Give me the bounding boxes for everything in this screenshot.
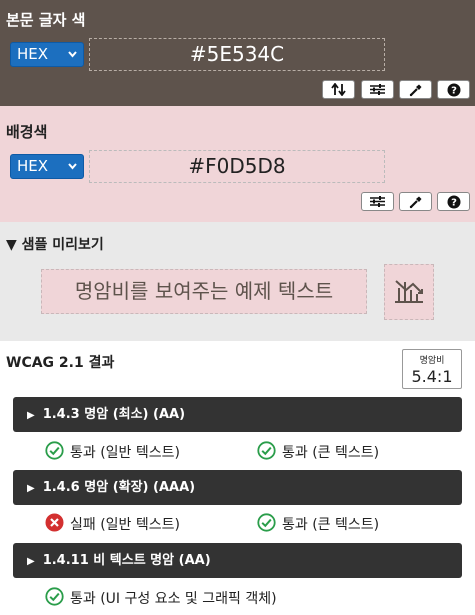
expand-triangle-icon: ▶ — [27, 483, 35, 494]
help-icon: ? — [447, 195, 461, 209]
background-hex-input[interactable]: #F0D5D8 — [89, 150, 385, 183]
swap-colors-button[interactable] — [322, 80, 355, 99]
result-item: 실패 (일반 텍스트) — [45, 513, 180, 536]
background-format-value: HEX — [17, 157, 49, 175]
check-circle-icon — [45, 440, 70, 464]
foreground-format-select[interactable]: HEX — [10, 42, 84, 67]
result-text: 통과 (큰 텍스트) — [282, 445, 380, 461]
criterion-label: 1.4.11 비 텍스트 명암 (AA) — [42, 553, 211, 568]
result-item: 통과 (UI 구성 요소 및 그래픽 객체) — [45, 586, 277, 610]
chart-icon — [393, 276, 425, 308]
result-item: 통과 (큰 텍스트) — [257, 440, 380, 464]
wcag-title: WCAG 2.1 결과 — [6, 355, 115, 371]
sliders-icon — [369, 195, 386, 208]
foreground-hex-input[interactable]: #5E534C — [89, 38, 385, 71]
result-text: 통과 (일반 텍스트) — [70, 445, 180, 461]
background-eyedropper-button[interactable] — [399, 192, 432, 211]
result-item: 통과 (큰 텍스트) — [257, 512, 380, 536]
result-text: 통과 (UI 구성 요소 및 그래픽 객체) — [70, 591, 277, 607]
check-circle-icon — [257, 440, 282, 464]
sample-chart-box — [384, 264, 434, 320]
svg-text:?: ? — [451, 85, 457, 96]
criterion-label: 1.4.3 명암 (최소) (AA) — [42, 407, 186, 422]
criterion-1-4-3-toggle[interactable]: ▶ 1.4.3 명암 (최소) (AA) — [13, 397, 462, 432]
contrast-ratio-label: 명암비 — [419, 356, 445, 366]
sample-text-box: 명암비를 보여주는 예제 텍스트 — [41, 269, 367, 314]
background-format-select[interactable]: HEX — [10, 154, 84, 179]
result-text: 통과 (큰 텍스트) — [282, 517, 380, 533]
sliders-icon — [369, 83, 386, 96]
criterion-label: 1.4.6 명암 (확장) (AAA) — [42, 480, 196, 495]
foreground-title: 본문 글자 색 — [6, 11, 86, 29]
contrast-ratio-box: 명암비 5.4:1 — [402, 349, 462, 389]
foreground-adjust-button[interactable] — [361, 80, 394, 99]
chevron-down-icon — [67, 155, 78, 186]
help-icon: ? — [447, 83, 461, 97]
check-circle-icon — [45, 586, 70, 610]
eyedropper-icon — [409, 195, 423, 209]
chevron-down-icon — [67, 43, 78, 74]
background-help-button[interactable]: ? — [437, 192, 470, 211]
swap-icon — [330, 83, 347, 96]
foreground-format-value: HEX — [17, 45, 49, 63]
foreground-color-section: 본문 글자 색 HEX #5E534C ? — [0, 0, 475, 106]
background-color-section: 배경색 HEX #F0D5D8 ? — [0, 106, 475, 222]
sample-preview-section: ▼ 샘플 미리보기 명암비를 보여주는 예제 텍스트 — [0, 222, 475, 341]
background-title: 배경색 — [6, 123, 48, 141]
criterion-1-4-11-toggle[interactable]: ▶ 1.4.11 비 텍스트 명암 (AA) — [13, 543, 462, 578]
sample-preview-toggle[interactable]: ▼ 샘플 미리보기 — [6, 234, 104, 254]
expand-triangle-icon: ▶ — [27, 410, 35, 421]
check-circle-icon — [257, 512, 282, 536]
fail-x-icon — [45, 513, 70, 536]
result-item: 통과 (일반 텍스트) — [45, 440, 180, 464]
result-text: 실패 (일반 텍스트) — [70, 517, 180, 533]
background-adjust-button[interactable] — [361, 192, 394, 211]
foreground-help-button[interactable]: ? — [437, 80, 470, 99]
contrast-ratio-value: 5.4:1 — [411, 367, 453, 386]
svg-text:?: ? — [451, 197, 457, 208]
eyedropper-icon — [409, 83, 423, 97]
criterion-1-4-6-toggle[interactable]: ▶ 1.4.6 명암 (확장) (AAA) — [13, 470, 462, 505]
foreground-eyedropper-button[interactable] — [399, 80, 432, 99]
expand-triangle-icon: ▶ — [27, 556, 35, 567]
